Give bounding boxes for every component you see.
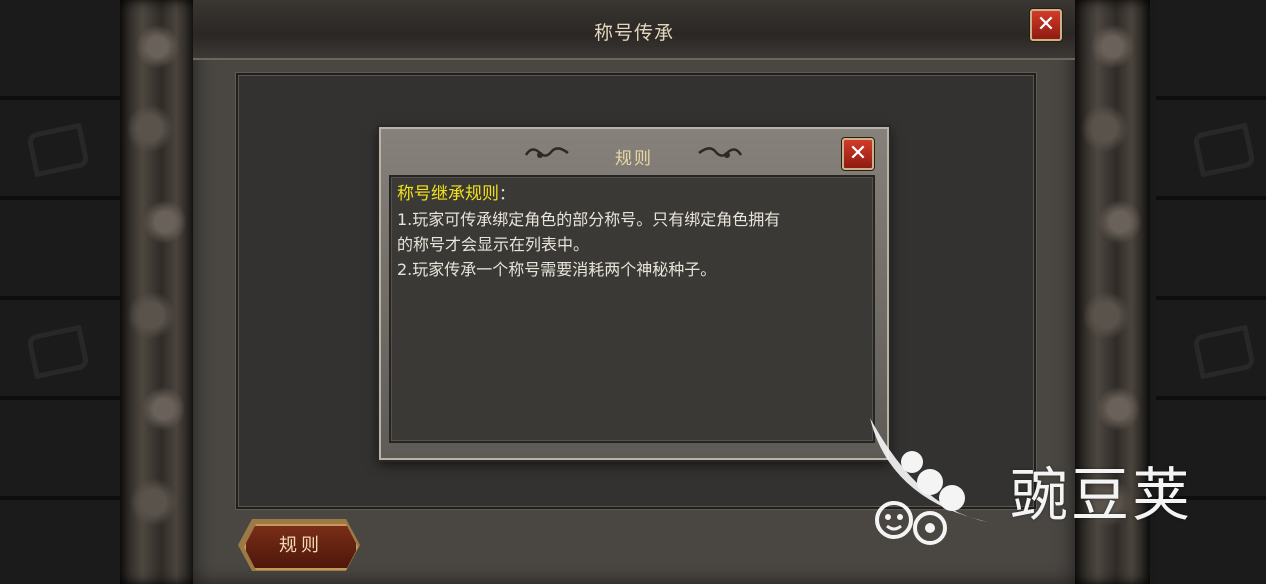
rune-carving	[1192, 324, 1256, 380]
pea-pod-logo-icon	[870, 418, 988, 545]
rules-dialog: 规则 ✕ 称号继承规则： 1.玩家可传承绑定角色的部分称号。只有绑定角色拥有 的…	[379, 127, 889, 460]
window-title: 称号传承	[593, 22, 674, 44]
rule-text-line: 2.玩家传承一个称号需要消耗两个神秘种子。	[397, 260, 717, 279]
rune-carving	[1192, 122, 1256, 178]
rules-heading-line: 称号继承规则：	[397, 181, 867, 207]
rule-text-line: 的称号才会显示在列表中。	[397, 235, 590, 254]
rules-heading: 称号继承规则	[397, 184, 499, 204]
window-title-bar: 称号传承 ✕	[193, 0, 1075, 60]
rules-heading-colon: ：	[499, 184, 516, 203]
close-icon: ✕	[848, 141, 868, 166]
close-icon: ✕	[1036, 12, 1056, 37]
rules-button[interactable]: 规则	[244, 524, 358, 570]
close-window-button[interactable]: ✕	[1030, 9, 1062, 41]
rule-text-line: 1.玩家可传承绑定角色的部分称号。只有绑定角色拥有	[397, 210, 781, 229]
stone-wall-left	[0, 0, 125, 584]
rune-carving	[26, 122, 90, 178]
wandoujia-watermark: 豌豆荚	[860, 410, 1240, 560]
rune-carving	[26, 324, 90, 380]
flourish-ornament-icon	[697, 143, 743, 163]
close-dialog-button[interactable]: ✕	[842, 138, 874, 170]
rules-dialog-header: 规则 ✕	[381, 129, 887, 175]
watermark-text: 豌豆荚	[1010, 461, 1194, 529]
rules-dialog-title: 规则	[615, 149, 653, 169]
ornate-pillar-left	[120, 0, 195, 584]
rules-text-area: 称号继承规则： 1.玩家可传承绑定角色的部分称号。只有绑定角色拥有 的称号才会显…	[389, 175, 875, 443]
